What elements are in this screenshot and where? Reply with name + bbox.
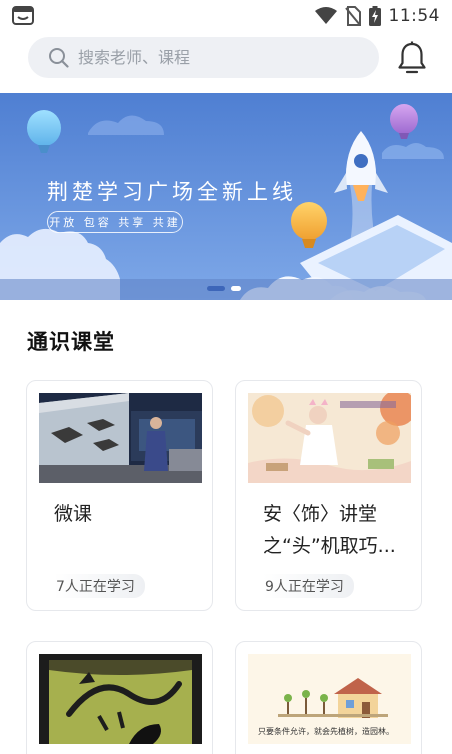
banner-tagline: 开放 包容 共享 共建 <box>47 211 183 233</box>
course-learner-count: 7人正在学习 <box>54 574 145 598</box>
search-bar[interactable] <box>28 37 379 78</box>
course-title: 安〈饰〉讲堂之“头”机取巧... <box>263 503 396 557</box>
course-thumbnail <box>39 393 202 483</box>
course-learner-count: 9人正在学习 <box>263 574 354 598</box>
thumbnail-caption: 只要条件允许，就会先植树，造园林。 <box>258 727 394 736</box>
search-icon[interactable] <box>48 47 69 68</box>
wifi-icon <box>314 7 337 24</box>
bell-icon[interactable] <box>396 41 428 75</box>
search-input[interactable] <box>78 37 368 78</box>
banner-dot[interactable] <box>231 286 241 291</box>
app-notification-icon <box>12 6 34 25</box>
section-title: 通识课堂 <box>27 330 115 354</box>
banner-dot-active[interactable] <box>207 286 225 291</box>
course-thumbnail <box>248 393 411 483</box>
status-time: 11:54 <box>388 6 440 26</box>
banner-pager <box>207 286 241 291</box>
course-thumbnail <box>39 654 202 744</box>
course-thumbnail: 只要条件允许，就会先植树，造园林。 <box>248 654 411 744</box>
banner-title: 荆楚学习广场全新上线 <box>47 180 297 204</box>
course-card[interactable] <box>26 641 213 754</box>
course-card[interactable]: 安〈饰〉讲堂之“头”机取巧... 9人正在学习 <box>235 380 422 611</box>
no-sim-icon <box>344 6 361 26</box>
status-bar: 11:54 <box>0 0 452 32</box>
status-icons: 11:54 <box>314 5 441 27</box>
course-card[interactable]: 微课 7人正在学习 <box>26 380 213 611</box>
course-card[interactable]: 只要条件允许，就会先植树，造园林。 <box>235 641 422 754</box>
battery-charging-icon <box>368 6 381 26</box>
course-title: 微课 <box>54 503 93 525</box>
